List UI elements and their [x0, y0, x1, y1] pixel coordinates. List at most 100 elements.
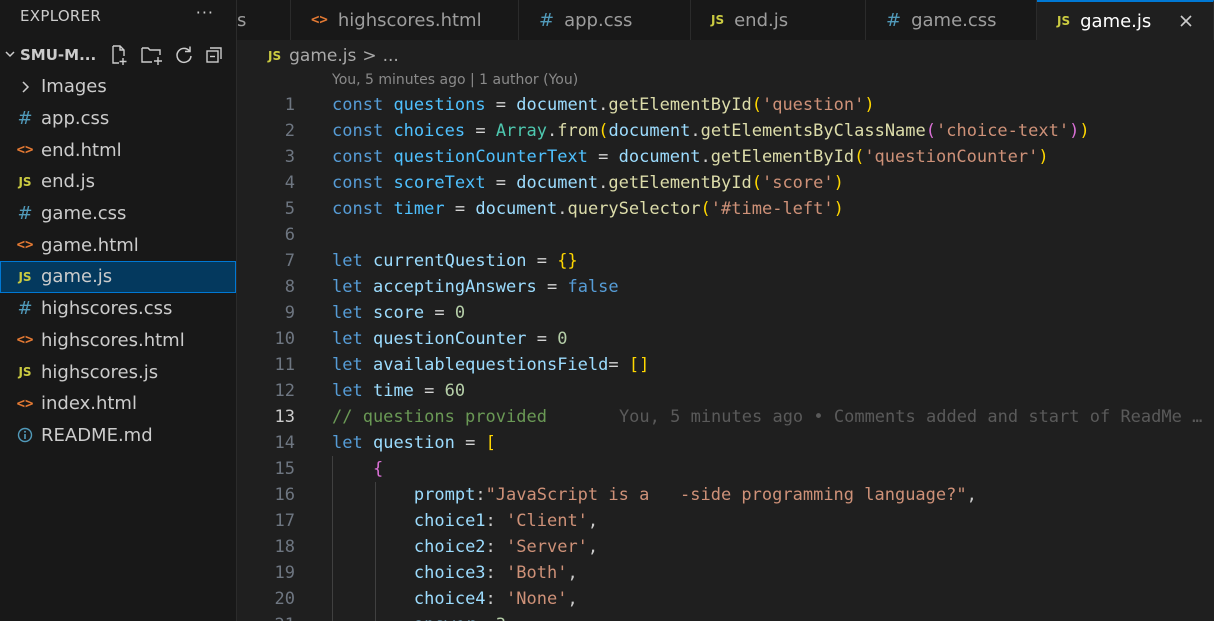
tree-item-label: game.html — [41, 234, 139, 256]
tree-item-end-html[interactable]: <> end.html — [0, 134, 236, 166]
close-icon[interactable] — [1179, 9, 1193, 33]
explorer-title: EXPLORER — [20, 7, 102, 25]
explorer-sidebar: EXPLORER ··· SMU-M... Images # app.css <… — [0, 0, 237, 621]
more-actions-icon[interactable]: ··· — [196, 3, 214, 22]
code-line: 12 let time = 60 — [237, 378, 1214, 404]
project-folder-row[interactable]: SMU-M... — [0, 40, 236, 70]
tab-label: end.js — [734, 9, 789, 31]
tree-item-game-js[interactable]: JS game.js — [0, 261, 236, 293]
code-line: 5 const timer = document.querySelector('… — [237, 196, 1214, 222]
tab-label: game.js — [1080, 10, 1152, 32]
code-line: 1 const questions = document.getElementB… — [237, 92, 1214, 118]
tree-item-game-css[interactable]: # game.css — [0, 198, 236, 230]
code-line: 10 let questionCounter = 0 — [237, 326, 1214, 352]
line-number: 9 — [284, 303, 295, 323]
code-line: 6 — [237, 222, 1214, 248]
css-file-icon: # — [886, 9, 902, 31]
tree-item-label: game.css — [41, 203, 127, 225]
code-line: 15 { — [237, 456, 1214, 482]
html-file-icon: <> — [16, 237, 34, 254]
line-number: 11 — [274, 355, 295, 375]
tab-game-js[interactable]: JS game.js — [1037, 0, 1214, 40]
line-number: 3 — [284, 147, 295, 167]
line-number: 15 — [274, 459, 295, 479]
tree-item-label: index.html — [41, 393, 137, 415]
js-file-icon: JS — [18, 365, 32, 380]
tree-item-game-html[interactable]: <> game.html — [0, 229, 236, 261]
code-line: 14 let question = [ — [237, 430, 1214, 456]
html-file-icon: <> — [16, 142, 34, 159]
code-editor[interactable]: 1 const questions = document.getElementB… — [237, 92, 1214, 621]
js-file-icon: JS — [1057, 14, 1071, 28]
code-line: 21 answer: 3 — [237, 612, 1214, 621]
project-name: SMU-M... — [20, 46, 97, 64]
tree-item-label: end.js — [41, 171, 96, 193]
tab-partial[interactable]: s — [237, 0, 291, 40]
file-tree: Images # app.css <> end.html JS end.js #… — [0, 71, 236, 451]
line-number: 2 — [284, 121, 295, 141]
tree-item-readme[interactable]: README.md — [0, 420, 236, 452]
tree-item-label: highscores.css — [41, 298, 173, 320]
collapse-all-icon[interactable] — [204, 45, 224, 65]
line-number: 4 — [284, 173, 295, 193]
refresh-icon[interactable] — [174, 45, 194, 65]
tree-item-images[interactable]: Images — [0, 71, 236, 103]
code-line: 18 choice2: 'Server', — [237, 534, 1214, 560]
html-file-icon: <> — [311, 12, 328, 28]
tree-item-app-css[interactable]: # app.css — [0, 103, 236, 135]
code-line: 16 prompt:"JavaScript is a -side program… — [237, 482, 1214, 508]
info-icon — [16, 427, 34, 443]
new-folder-icon[interactable] — [140, 44, 164, 66]
css-file-icon: # — [17, 108, 33, 130]
css-file-icon: # — [17, 203, 33, 225]
line-number: 13 — [274, 407, 295, 427]
inline-blame: You, 5 minutes ago • Comments added and … — [618, 407, 1203, 427]
tree-item-label: app.css — [41, 108, 110, 130]
js-file-icon: JS — [18, 269, 32, 284]
editor-tab-bar: s <> highscores.html # app.css JS end.js… — [237, 0, 1214, 40]
breadcrumb-symbol[interactable]: ... — [383, 46, 399, 66]
tab-game-css[interactable]: # game.css — [866, 0, 1037, 40]
line-number: 10 — [274, 329, 295, 349]
tree-item-label: end.html — [41, 139, 122, 161]
html-file-icon: <> — [16, 395, 34, 412]
line-number: 19 — [274, 563, 295, 583]
line-number: 18 — [274, 537, 295, 557]
line-number: 1 — [284, 95, 295, 115]
tab-end-js[interactable]: JS end.js — [691, 0, 866, 40]
code-line: 19 choice3: 'Both', — [237, 560, 1214, 586]
tree-item-label: README.md — [41, 424, 153, 446]
js-file-icon: JS — [268, 49, 282, 63]
tab-app-css[interactable]: # app.css — [519, 0, 691, 40]
tree-item-highscores-js[interactable]: JS highscores.js — [0, 356, 236, 388]
line-number: 8 — [284, 277, 295, 297]
codelens-blame[interactable]: You, 5 minutes ago | 1 author (You) — [332, 72, 578, 88]
html-file-icon: <> — [16, 332, 34, 349]
line-number: 7 — [284, 251, 295, 271]
tab-label: app.css — [564, 9, 633, 31]
tab-highscores-html[interactable]: <> highscores.html — [291, 0, 519, 40]
code-line: 4 const scoreText = document.getElementB… — [237, 170, 1214, 196]
tab-label: s — [237, 9, 247, 31]
tree-item-label: Images — [41, 76, 107, 98]
code-line: 7 let currentQuestion = {} — [237, 248, 1214, 274]
code-line: 11 let availablequestionsField= [] — [237, 352, 1214, 378]
line-number: 17 — [274, 511, 295, 531]
code-line: 17 choice1: 'Client', — [237, 508, 1214, 534]
line-number: 14 — [274, 433, 295, 453]
tree-item-highscores-html[interactable]: <> highscores.html — [0, 325, 236, 357]
js-file-icon: JS — [18, 174, 32, 189]
tree-item-highscores-css[interactable]: # highscores.css — [0, 293, 236, 325]
code-line: 3 const questionCounterText = document.g… — [237, 144, 1214, 170]
tree-item-index-html[interactable]: <> index.html — [0, 388, 236, 420]
css-file-icon: # — [539, 9, 555, 31]
new-file-icon[interactable] — [108, 44, 130, 66]
tree-item-end-js[interactable]: JS end.js — [0, 166, 236, 198]
tree-item-label: highscores.js — [41, 361, 159, 383]
css-file-icon: # — [17, 298, 33, 320]
chevron-down-icon[interactable] — [2, 48, 18, 63]
chevron-right-icon — [16, 81, 34, 93]
line-number: 20 — [274, 589, 295, 609]
line-number: 16 — [274, 485, 295, 505]
breadcrumb-file[interactable]: game.js — [289, 46, 356, 66]
